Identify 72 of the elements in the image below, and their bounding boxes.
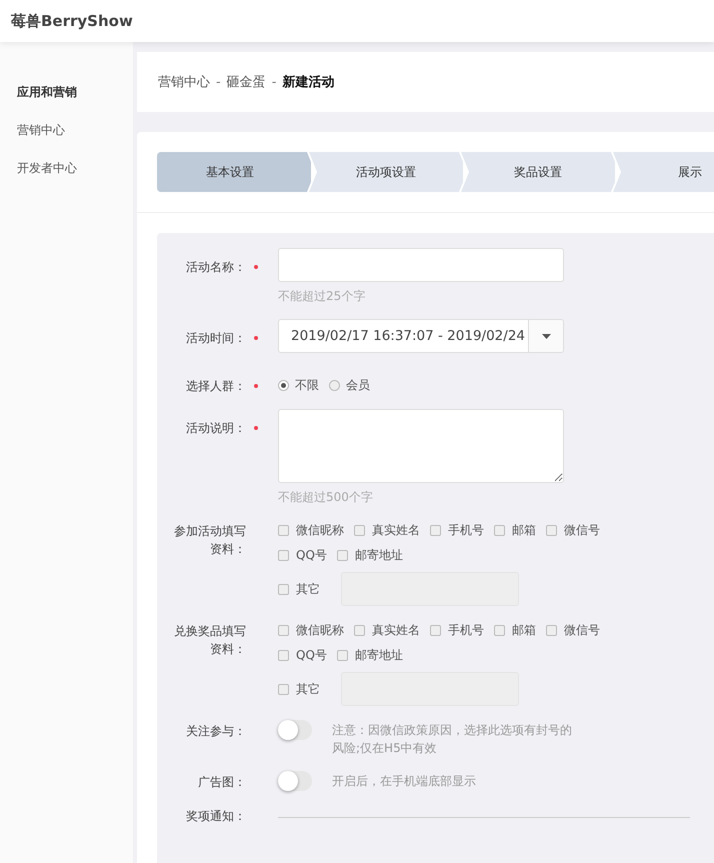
checkbox-label: 微信号	[564, 522, 600, 539]
sidebar-heading: 应用和营销	[16, 84, 78, 101]
required-dot	[254, 265, 258, 269]
checkbox[interactable]	[546, 625, 557, 636]
field-label: 广告图：	[197, 774, 246, 791]
field-label: 参加活动填写资料：	[174, 523, 246, 558]
checkbox-label: 其它	[296, 580, 320, 598]
checkbox[interactable]	[278, 525, 289, 536]
checkbox-label: 微信昵称	[296, 522, 344, 539]
checkbox[interactable]	[354, 625, 365, 636]
checkbox-label: 邮箱	[512, 622, 536, 639]
field-label: 活动说明：	[185, 420, 246, 437]
note-text: 开启后，在手机端底部显示	[332, 773, 477, 790]
caret-icon	[542, 334, 550, 338]
required-dot	[254, 384, 258, 388]
note-text: 注意：因微信政策原因，选择此选项有封号的风险;仅在H5中有效	[332, 722, 573, 757]
checkbox-label: 其它	[296, 680, 320, 698]
checkbox[interactable]	[546, 525, 557, 536]
checkbox-label: 手机号	[448, 622, 484, 639]
field-label: 兑换奖品填写资料：	[174, 623, 246, 658]
field-label: 奖项通知：	[185, 808, 246, 825]
breadcrumb-link[interactable]: 砸金蛋	[226, 73, 266, 91]
breadcrumb-separator: -	[216, 74, 221, 90]
field-label: 选择人群：	[185, 378, 246, 395]
hint-text: 不能超过500个字	[278, 489, 374, 506]
checkbox-label: 邮寄地址	[354, 647, 403, 664]
checkbox-label: 手机号	[448, 522, 484, 539]
checkbox[interactable]	[354, 525, 365, 536]
sidebar-item[interactable]: 营销中心	[0, 120, 133, 158]
checkbox[interactable]	[430, 525, 441, 536]
radio-button[interactable]	[278, 380, 289, 391]
checkbox[interactable]	[430, 625, 441, 636]
checkbox-label: 邮箱	[512, 522, 536, 539]
checkbox[interactable]	[278, 650, 289, 661]
field-label: 活动时间：	[185, 330, 246, 347]
sidebar-item[interactable]: 开发者中心	[0, 158, 133, 196]
toggle-switch[interactable]	[278, 720, 312, 740]
checkbox[interactable]	[278, 684, 289, 694]
date-range-field[interactable]: 2019/02/17 16:37:07 - 2019/02/24	[278, 319, 564, 353]
breadcrumb-separator: -	[272, 74, 276, 90]
checkbox[interactable]	[278, 625, 289, 636]
checkbox-label: 微信昵称	[296, 622, 344, 639]
text-area[interactable]	[278, 409, 564, 483]
checkbox-label: 邮寄地址	[354, 547, 403, 564]
radio-label: 不限	[295, 377, 319, 394]
required-dot	[254, 426, 258, 430]
checkbox-label: 微信号	[564, 622, 600, 639]
brand-name: 莓兽BerryShow	[11, 12, 133, 30]
checkbox-label: 真实姓名	[372, 622, 420, 639]
toggle-switch[interactable]	[278, 771, 312, 791]
required-dot	[254, 336, 258, 340]
checkbox[interactable]	[278, 550, 289, 561]
breadcrumb-current: 新建活动	[282, 74, 334, 91]
field-label: 关注参与：	[185, 723, 246, 740]
step-tab[interactable]: 展示	[613, 152, 714, 192]
checkbox-label: QQ号	[296, 547, 327, 564]
radio-label: 会员	[346, 377, 370, 394]
field-label: 活动名称：	[185, 259, 246, 276]
step-tab[interactable]: 活动项设置	[309, 152, 463, 192]
input-field[interactable]	[278, 248, 564, 282]
checkbox[interactable]	[494, 525, 505, 536]
checkbox[interactable]	[278, 584, 289, 594]
checkbox-label: QQ号	[296, 647, 327, 664]
checkbox-label: 真实姓名	[372, 522, 420, 539]
step-tab[interactable]: 奖品设置	[461, 152, 615, 192]
breadcrumb-link[interactable]: 营销中心	[158, 73, 210, 91]
checkbox[interactable]	[336, 550, 348, 561]
checkbox[interactable]	[494, 625, 505, 636]
radio-button[interactable]	[329, 380, 340, 391]
step-tab[interactable]: 基本设置	[157, 152, 311, 192]
checkbox[interactable]	[336, 650, 348, 661]
hint-text: 不能超过25个字	[278, 288, 366, 305]
